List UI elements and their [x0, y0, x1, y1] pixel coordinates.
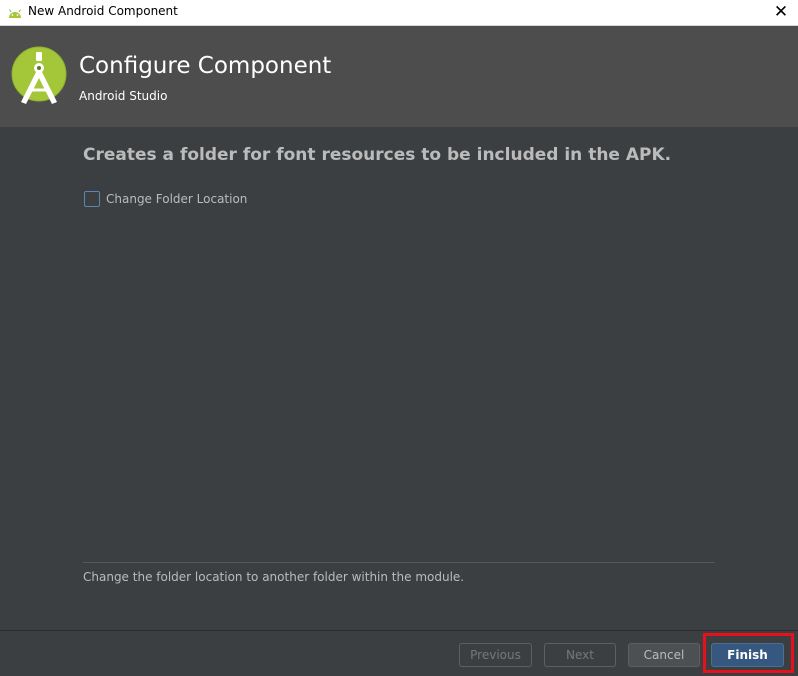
help-divider [83, 562, 715, 563]
help-text: Change the folder location to another fo… [83, 570, 465, 584]
android-icon [8, 9, 22, 18]
finish-highlight-box [703, 633, 794, 673]
android-studio-logo [11, 46, 67, 104]
next-button[interactable]: Next [544, 643, 616, 667]
header-banner: Configure Component Android Studio [0, 26, 798, 127]
component-description: Creates a folder for font resources to b… [83, 145, 672, 165]
cancel-button[interactable]: Cancel [628, 643, 700, 667]
window-title: New Android Component [28, 4, 178, 18]
close-icon[interactable]: ✕ [764, 0, 798, 26]
page-subtitle: Android Studio [79, 89, 168, 103]
checkbox-label[interactable]: Change Folder Location [106, 192, 247, 206]
page-title: Configure Component [79, 53, 332, 79]
window-titlebar: New Android Component ✕ [0, 0, 798, 26]
previous-button[interactable]: Previous [459, 643, 532, 667]
footer-divider [0, 630, 798, 631]
checkbox-box[interactable] [84, 191, 100, 207]
